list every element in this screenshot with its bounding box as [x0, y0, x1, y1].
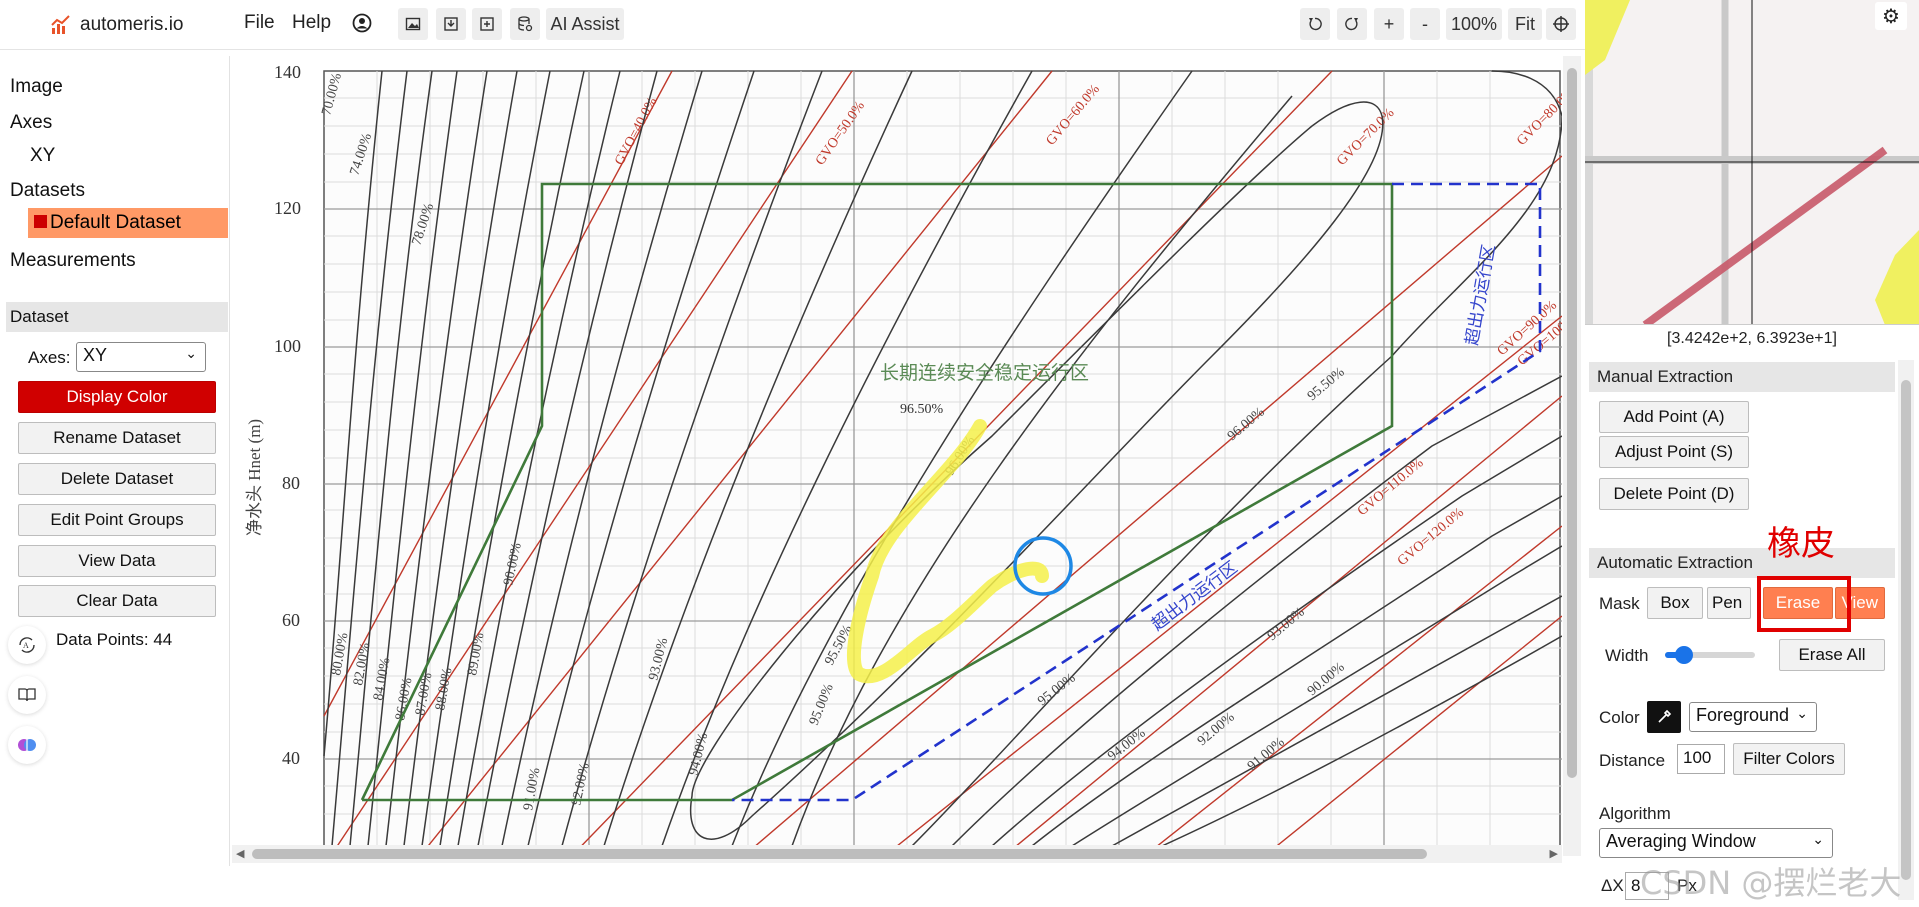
- ai-assist-button[interactable]: AI Assist: [546, 8, 624, 40]
- color-label: Color: [1599, 708, 1640, 727]
- book-icon[interactable]: [8, 676, 46, 714]
- add-point-button[interactable]: Add Point (A): [1599, 401, 1749, 433]
- database-icon[interactable]: [510, 8, 540, 40]
- algorithm-label: Algorithm: [1599, 804, 1671, 823]
- app-root: automeris.io File Help AI Assist + - 100…: [0, 0, 1919, 907]
- filter-colors-button[interactable]: Filter Colors: [1733, 743, 1845, 775]
- manual-extraction-header: Manual Extraction: [1589, 362, 1895, 392]
- edit-point-groups-button[interactable]: Edit Point Groups: [18, 504, 216, 536]
- axes-label: Axes:: [28, 348, 71, 367]
- axes-select[interactable]: XY ⌄: [76, 342, 206, 372]
- chevron-down-icon: ⌄: [1796, 705, 1808, 721]
- dx-label: ΔX: [1601, 876, 1624, 895]
- tree-axes-xy[interactable]: XY: [30, 145, 55, 167]
- right-panel-scrollbar[interactable]: [1898, 360, 1914, 900]
- chevron-down-icon: ⌄: [185, 345, 197, 361]
- rotate-ccw-icon[interactable]: [1300, 8, 1330, 40]
- algorithm-value: Averaging Window: [1606, 831, 1756, 851]
- tree-axes[interactable]: Axes: [10, 112, 52, 134]
- tree-datasets[interactable]: Datasets: [10, 180, 85, 202]
- scroll-thumb[interactable]: [252, 849, 1427, 859]
- plot-canvas[interactable]: 140 120 100 80 60 40 净水头 Hnet (m) GVO=40…: [232, 56, 1562, 868]
- zoom-preview: ⚙: [1585, 0, 1919, 325]
- chevron-down-icon: ⌄: [1812, 831, 1824, 847]
- image-icon[interactable]: [398, 8, 428, 40]
- color-mode-value: Foreground: [1696, 705, 1790, 725]
- clear-data-button[interactable]: Clear Data: [18, 585, 216, 617]
- tree-dataset-default[interactable]: Default Dataset: [28, 208, 228, 238]
- dataset-name: Default Dataset: [50, 212, 181, 233]
- fit-button[interactable]: Fit: [1508, 8, 1542, 40]
- menu-file[interactable]: File: [244, 12, 275, 34]
- auto-extraction-header: Automatic Extraction: [1589, 548, 1895, 578]
- svg-text:A: A: [23, 641, 29, 650]
- y-tick-label: 140: [274, 62, 301, 82]
- app-logo[interactable]: automeris.io: [50, 12, 184, 38]
- annotation-highlight-box: [1757, 576, 1851, 632]
- data-points-count: Data Points: 44: [56, 630, 173, 649]
- erase-all-button[interactable]: Erase All: [1779, 639, 1885, 671]
- y-tick-label: 80: [282, 473, 300, 493]
- zoom-out-button[interactable]: -: [1410, 8, 1440, 40]
- efficiency-point-label: 96.50%: [900, 402, 944, 417]
- cursor-coordinates: [3.4242e+2, 6.3923e+1]: [1667, 330, 1837, 347]
- zoom-level[interactable]: 100%: [1446, 8, 1502, 40]
- scroll-right-icon[interactable]: ▶: [1550, 847, 1558, 860]
- scroll-thumb[interactable]: [1901, 380, 1911, 880]
- color-mode-select[interactable]: Foreground ⌄: [1689, 702, 1817, 732]
- gear-icon[interactable]: ⚙: [1875, 2, 1907, 30]
- menu-help[interactable]: Help: [292, 12, 331, 34]
- axes-select-value: XY: [83, 345, 108, 365]
- left-sidebar: Image Axes XY Datasets Default Dataset M…: [0, 56, 230, 866]
- add-box-icon[interactable]: [472, 8, 502, 40]
- crosshair-icon[interactable]: [1546, 8, 1576, 40]
- scroll-thumb[interactable]: [1567, 68, 1577, 778]
- y-tick-label: 120: [274, 198, 301, 218]
- rotate-cw-icon[interactable]: [1337, 8, 1367, 40]
- import-icon[interactable]: [436, 8, 466, 40]
- y-tick-label: 60: [282, 610, 300, 630]
- tree-image[interactable]: Image: [10, 76, 63, 98]
- rename-dataset-button[interactable]: Rename Dataset: [18, 422, 216, 454]
- annotation-label: 橡皮: [1767, 524, 1835, 564]
- y-tick-label: 40: [282, 748, 300, 768]
- app-name: automeris.io: [80, 14, 184, 35]
- view-data-button[interactable]: View Data: [18, 545, 216, 577]
- canvas-vertical-scrollbar[interactable]: [1563, 56, 1581, 856]
- eyedropper-icon[interactable]: [1647, 701, 1681, 733]
- dataset-section-header: Dataset: [6, 302, 228, 332]
- zoom-in-button[interactable]: +: [1374, 8, 1404, 40]
- zoom-preview-image: [1585, 0, 1919, 324]
- y-axis-label: 净水头 Hnet (m): [245, 419, 264, 536]
- translate-icon[interactable]: A: [8, 626, 46, 664]
- user-icon[interactable]: [352, 13, 372, 39]
- plot-image[interactable]: 140 120 100 80 60 40 净水头 Hnet (m) GVO=40…: [232, 56, 1562, 867]
- tree-measurements[interactable]: Measurements: [10, 250, 136, 272]
- right-sidebar: ⚙ [3.4242e+2, 6.3923e+1] Manual Extracti…: [1585, 0, 1919, 907]
- mask-box-button[interactable]: Box: [1647, 587, 1703, 619]
- adjust-point-button[interactable]: Adjust Point (S): [1599, 436, 1749, 468]
- display-color-button[interactable]: Display Color: [18, 381, 216, 413]
- delete-dataset-button[interactable]: Delete Dataset: [18, 463, 216, 495]
- mask-pen-button[interactable]: Pen: [1707, 587, 1751, 619]
- width-slider[interactable]: [1665, 646, 1755, 664]
- canvas-horizontal-scrollbar[interactable]: ◀ ▶: [232, 845, 1562, 863]
- y-tick-label: 100: [274, 336, 301, 356]
- delete-point-button[interactable]: Delete Point (D): [1599, 478, 1749, 510]
- width-label: Width: [1605, 646, 1649, 665]
- algorithm-select[interactable]: Averaging Window ⌄: [1599, 828, 1833, 858]
- distance-input[interactable]: 100: [1677, 744, 1725, 774]
- width-slider-handle[interactable]: [1675, 646, 1693, 664]
- mask-label: Mask: [1599, 594, 1640, 613]
- dataset-color-swatch: [34, 215, 47, 228]
- watermark: CSDN @摆烂老大: [1640, 864, 1902, 902]
- brain-icon[interactable]: [8, 726, 46, 764]
- scroll-left-icon[interactable]: ◀: [236, 847, 244, 860]
- top-toolbar: automeris.io File Help AI Assist + - 100…: [0, 0, 1585, 50]
- safe-region-label: 长期连续安全稳定运行区: [880, 362, 1089, 384]
- distance-label: Distance: [1599, 751, 1666, 770]
- chart-logo-icon: [51, 15, 70, 34]
